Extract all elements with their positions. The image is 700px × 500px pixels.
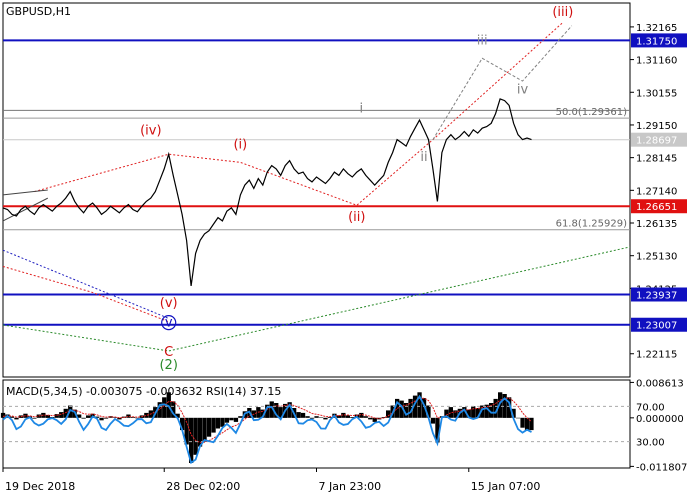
- fibonacci-label: 50.0(1.29361): [556, 107, 628, 118]
- macd-bar: [86, 415, 91, 418]
- time-tick-label: 15 Jan 07:00: [471, 480, 541, 493]
- macd-bar: [206, 417, 212, 437]
- macd-bar: [103, 417, 109, 419]
- macd-bar: [233, 417, 239, 422]
- price-tick-label: 1.26135: [636, 219, 677, 230]
- macd-bar: [135, 417, 140, 419]
- price-tick-label: 1.22115: [636, 350, 677, 361]
- macd-bar: [524, 417, 530, 431]
- macd-bar: [193, 417, 198, 455]
- time-tick-label: 19 Dec 2018: [5, 480, 75, 493]
- macd-bar: [14, 417, 19, 420]
- macd-bar: [229, 417, 234, 421]
- macd-bar: [238, 416, 243, 418]
- macd-bar: [515, 417, 521, 419]
- macd-bar: [359, 412, 364, 418]
- macd-bar: [32, 417, 37, 419]
- macd-bar: [202, 417, 207, 442]
- wave-label: i: [359, 101, 363, 116]
- macd-bar: [323, 417, 328, 420]
- macd-bar: [314, 416, 319, 418]
- macd-bar: [471, 406, 476, 418]
- macd-bar: [345, 415, 350, 418]
- wave-label: iii: [477, 34, 488, 49]
- rsi-level-label: 30.00: [636, 438, 665, 449]
- price-panel: 50.0(1.29361)61.8(1.25929)(iii)iiiiviii(…: [2, 2, 631, 378]
- wave-label: (i): [233, 138, 247, 153]
- wave-label: v: [165, 316, 173, 331]
- wave-label: ii: [420, 150, 427, 165]
- wave-label: (iv): [140, 124, 161, 139]
- wave-label: (iii): [552, 5, 573, 20]
- macd-tick-label: -0.011807: [636, 462, 687, 473]
- macd-tick-label: 0.008613: [636, 378, 684, 389]
- macd-bar: [81, 417, 86, 419]
- level-price-label: 1.31750: [636, 36, 677, 47]
- level-price-label: 1.23937: [636, 290, 677, 301]
- macd-bar: [224, 417, 230, 423]
- price-tick-label: 1.27140: [636, 186, 677, 197]
- time-tick-label: 28 Dec 02:00: [166, 480, 240, 493]
- macd-bar: [305, 416, 310, 418]
- macd-bar: [520, 417, 525, 428]
- macd-bar: [309, 417, 315, 419]
- price-tick-label: 1.31160: [636, 56, 677, 67]
- macd-tick-label: 0.000000: [636, 414, 684, 425]
- current-price-label: 1.28697: [636, 136, 677, 147]
- macd-bar: [368, 417, 373, 420]
- macd-bar: [318, 417, 324, 418]
- wave-label: (v): [160, 296, 178, 311]
- gbpusd-chart: 50.0(1.29361)61.8(1.25929)(iii)iiiiviii(…: [0, 2, 687, 493]
- wave-label: iv: [517, 82, 529, 97]
- price-tick-label: 1.29150: [636, 121, 677, 132]
- rsi-level-label: 70.00: [636, 402, 665, 413]
- level-price-label: 1.23007: [636, 321, 677, 332]
- level-price-label: 1.26651: [636, 202, 677, 213]
- price-tick-label: 1.30155: [636, 88, 677, 99]
- macd-bar: [529, 417, 534, 431]
- macd-bar: [215, 417, 221, 429]
- macd-bar: [430, 417, 436, 424]
- macd-bar: [211, 417, 216, 433]
- price-tick-label: 1.32165: [636, 23, 677, 34]
- chart-title: GBPUSD,H1: [6, 5, 71, 18]
- macd-bar: [162, 397, 167, 418]
- macd-bar: [296, 412, 301, 418]
- wave-label: (ii): [348, 210, 365, 225]
- wave-label: (2): [159, 358, 177, 373]
- time-tick-label: 7 Jan 23:00: [319, 480, 382, 493]
- price-tick-label: 1.25130: [636, 252, 677, 263]
- macd-bar: [0, 412, 6, 418]
- macd-bar: [363, 416, 368, 418]
- macd-bar: [99, 417, 104, 421]
- macd-bar: [300, 412, 306, 418]
- macd-title: MACD(5,34,5) -0.003075 -0.003632 RSI(14)…: [6, 385, 281, 398]
- price-tick-label: 1.28145: [636, 154, 677, 165]
- fibonacci-label: 61.8(1.25929): [556, 219, 628, 230]
